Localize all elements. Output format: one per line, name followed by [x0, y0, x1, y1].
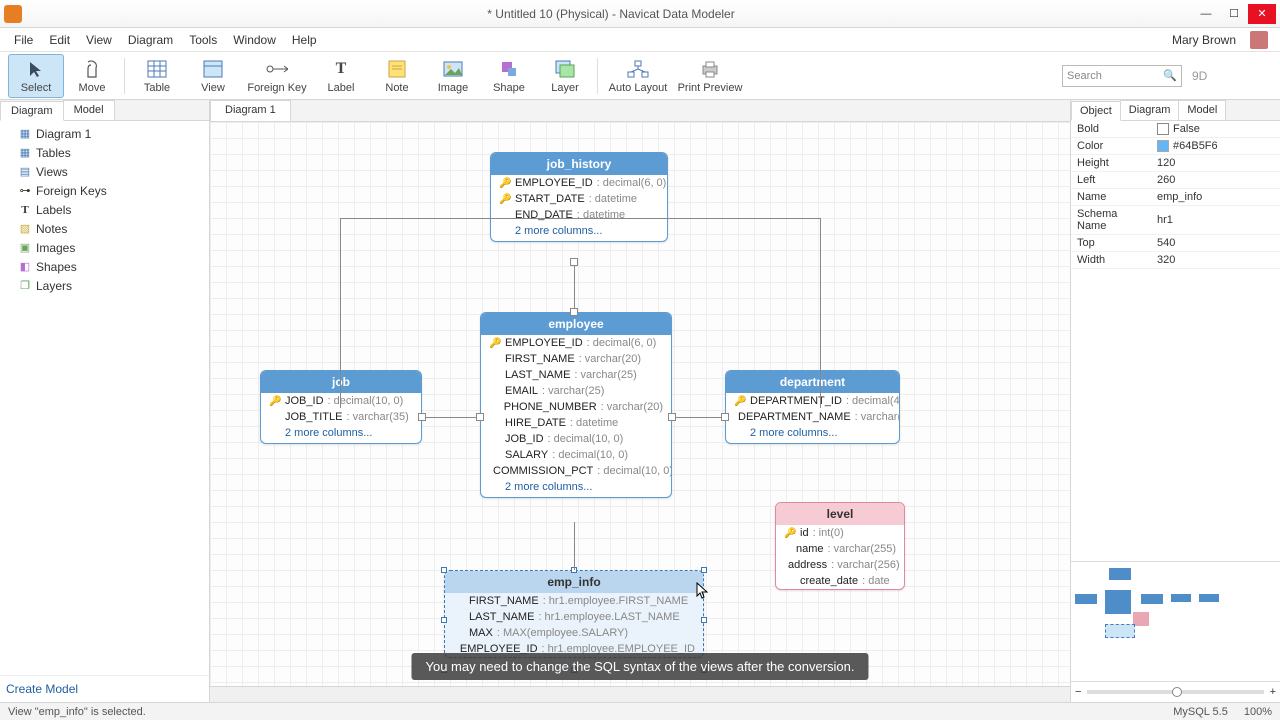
prop-schema-name[interactable]: Schema Namehr1	[1071, 206, 1280, 235]
menu-help[interactable]: Help	[284, 28, 325, 52]
explorer-tree: ▦Diagram 1 ▦Tables ▤Views ⊶Foreign Keys …	[0, 121, 209, 675]
tool-shape[interactable]: Shape	[481, 54, 537, 98]
ertable-job[interactable]: job🔑JOB_ID : decimal(10, 0)JOB_TITLE : v…	[260, 370, 422, 444]
create-model-link[interactable]: Create Model	[0, 675, 209, 702]
toolbar: Select Move Table View Foreign Key TLabe…	[0, 52, 1280, 100]
maximize-button[interactable]: ☐	[1220, 4, 1248, 24]
tree-notes[interactable]: ▧Notes	[0, 220, 209, 239]
app-icon	[4, 5, 22, 23]
tool-table[interactable]: Table	[129, 54, 185, 98]
zoom-slider[interactable]	[1087, 690, 1263, 694]
canvas-area: Diagram 1 job_history🔑EMPLOYEE_ID : deci…	[210, 100, 1070, 702]
canvas[interactable]: job_history🔑EMPLOYEE_ID : decimal(6, 0)🔑…	[210, 122, 1070, 686]
left-panel: Diagram Model ▦Diagram 1 ▦Tables ▤Views …	[0, 100, 210, 702]
prop-width[interactable]: Width320	[1071, 252, 1280, 269]
menu-view[interactable]: View	[78, 28, 120, 52]
status-db: MySQL 5.5	[1173, 706, 1228, 718]
zoom-out-button[interactable]: −	[1075, 686, 1081, 698]
prop-name[interactable]: Nameemp_info	[1071, 189, 1280, 206]
tool-auto-layout[interactable]: Auto Layout	[602, 54, 674, 98]
tree-foreign-keys[interactable]: ⊶Foreign Keys	[0, 182, 209, 201]
prop-bold[interactable]: Bold False	[1071, 121, 1280, 138]
stray-text: 9D	[1182, 65, 1272, 87]
zoom-in-button[interactable]: +	[1270, 686, 1276, 698]
menu-tools[interactable]: Tools	[181, 28, 225, 52]
zoom-slider-row: − +	[1071, 681, 1280, 702]
user-name: Mary Brown	[1164, 28, 1244, 52]
close-button[interactable]: ✕	[1248, 4, 1276, 24]
ertable-emp_info[interactable]: emp_infoFIRST_NAME : hr1.employee.FIRST_…	[444, 570, 704, 658]
menu-file[interactable]: File	[6, 28, 41, 52]
prop-top[interactable]: Top540	[1071, 235, 1280, 252]
tool-note[interactable]: Note	[369, 54, 425, 98]
prop-height[interactable]: Height120	[1071, 155, 1280, 172]
tree-shapes[interactable]: ◧Shapes	[0, 258, 209, 277]
search-input[interactable]: Search 🔍	[1062, 65, 1182, 87]
status-bar: View "emp_info" is selected. MySQL 5.5 1…	[0, 702, 1280, 720]
right-tab-model[interactable]: Model	[1178, 100, 1226, 120]
properties-grid: Bold FalseColor #64B5F6Height120Left260N…	[1071, 121, 1280, 269]
tool-label[interactable]: TLabel	[313, 54, 369, 98]
tool-select[interactable]: Select	[8, 54, 64, 98]
tree-views[interactable]: ▤Views	[0, 163, 209, 182]
right-tab-object[interactable]: Object	[1071, 101, 1121, 121]
title-bar: * Untitled 10 (Physical) - Navicat Data …	[0, 0, 1280, 28]
ertable-employee[interactable]: employee🔑EMPLOYEE_ID : decimal(6, 0)FIRS…	[480, 312, 672, 498]
tree-layers[interactable]: ❐Layers	[0, 277, 209, 296]
status-zoom: 100%	[1244, 706, 1272, 718]
prop-color[interactable]: Color #64B5F6	[1071, 138, 1280, 155]
tool-print-preview[interactable]: Print Preview	[674, 54, 746, 98]
prop-left[interactable]: Left260	[1071, 172, 1280, 189]
search-icon: 🔍	[1163, 69, 1177, 82]
tree-diagram-1[interactable]: ▦Diagram 1	[0, 125, 209, 144]
tree-labels[interactable]: TLabels	[0, 201, 209, 220]
tool-layer[interactable]: Layer	[537, 54, 593, 98]
menu-diagram[interactable]: Diagram	[120, 28, 181, 52]
minimap[interactable]	[1071, 561, 1280, 681]
menu-bar: File Edit View Diagram Tools Window Help…	[0, 28, 1280, 52]
ertable-department[interactable]: department🔑DEPARTMENT_ID : decimal(4, 0)…	[725, 370, 900, 444]
right-panel: Object Diagram Model Bold FalseColor #64…	[1070, 100, 1280, 702]
ertable-job_history[interactable]: job_history🔑EMPLOYEE_ID : decimal(6, 0)🔑…	[490, 152, 668, 242]
avatar[interactable]	[1250, 31, 1268, 49]
caption-overlay: You may need to change the SQL syntax of…	[411, 653, 868, 680]
menu-window[interactable]: Window	[225, 28, 284, 52]
horizontal-scrollbar[interactable]	[210, 686, 1070, 702]
tool-move[interactable]: Move	[64, 54, 120, 98]
left-tab-diagram[interactable]: Diagram	[0, 101, 64, 121]
right-tab-diagram[interactable]: Diagram	[1120, 100, 1180, 120]
ertable-level[interactable]: level🔑id : int(0)name : varchar(255)addr…	[775, 502, 905, 590]
tool-foreign-key[interactable]: Foreign Key	[241, 54, 313, 98]
status-message: View "emp_info" is selected.	[8, 706, 146, 718]
tree-images[interactable]: ▣Images	[0, 239, 209, 258]
left-tabs: Diagram Model	[0, 100, 209, 121]
minimize-button[interactable]: —	[1192, 4, 1220, 24]
menu-edit[interactable]: Edit	[41, 28, 78, 52]
tree-tables[interactable]: ▦Tables	[0, 144, 209, 163]
tool-image[interactable]: Image	[425, 54, 481, 98]
window-title: * Untitled 10 (Physical) - Navicat Data …	[30, 7, 1192, 21]
left-tab-model[interactable]: Model	[63, 100, 115, 120]
tool-view[interactable]: View	[185, 54, 241, 98]
diagram-tab[interactable]: Diagram 1	[210, 100, 291, 121]
